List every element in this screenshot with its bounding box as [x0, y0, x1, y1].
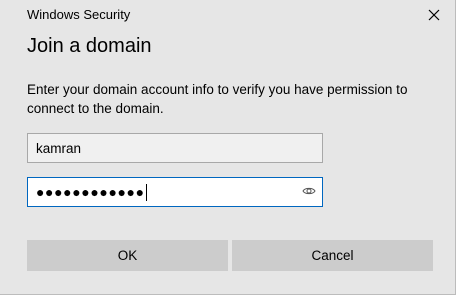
username-value: kamran [36, 140, 82, 156]
reveal-password-button[interactable] [300, 184, 318, 200]
ok-button[interactable]: OK [27, 240, 228, 271]
close-button[interactable] [419, 2, 449, 28]
dialog-description: Enter your domain account info to verify… [27, 82, 408, 116]
text-caret [145, 183, 148, 201]
dialog-heading: Join a domain [27, 35, 152, 57]
password-masked-value: ●●●●●●●●●●●● [36, 184, 145, 200]
close-icon [428, 9, 440, 21]
eye-icon [302, 183, 316, 201]
window-title: Windows Security [27, 7, 131, 22]
cancel-button[interactable]: Cancel [232, 240, 433, 271]
windows-security-dialog: Windows Security Join a domain Enter you… [0, 0, 456, 295]
username-input[interactable]: kamran [27, 133, 323, 163]
password-input[interactable]: ●●●●●●●●●●●● [27, 177, 323, 207]
